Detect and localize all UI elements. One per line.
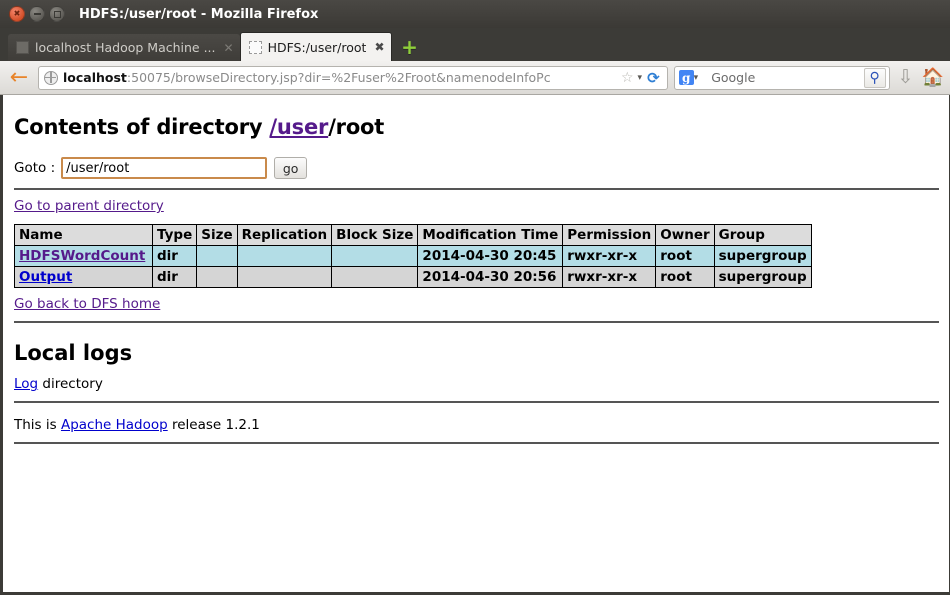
search-bar[interactable]: g ▾ Google ⚲ — [673, 65, 890, 90]
tab-localhost-hadoop-machine[interactable]: localhost Hadoop Machine ... ✕ — [8, 34, 240, 61]
tab-favicon-icon — [248, 40, 262, 54]
cell-size — [196, 245, 238, 267]
divider — [14, 401, 939, 403]
apache-hadoop-link[interactable]: Apache Hadoop — [61, 417, 168, 433]
cell-owner: root — [655, 266, 715, 288]
parent-directory-line: Go to parent directory — [14, 198, 939, 214]
table-row[interactable]: HDFSWordCount dir 2014-04-30 20:45 rwxr-… — [14, 245, 812, 267]
column-header-block-size: Block Size — [331, 224, 419, 246]
page-title-suffix: /root — [328, 115, 385, 139]
window-controls: ✖ — [9, 6, 65, 22]
url-text: localhost:50075/browseDirectory.jsp?dir=… — [63, 70, 617, 85]
search-input[interactable]: Google — [711, 70, 863, 85]
release-info-line: This is Apache Hadoop release 1.2.1 — [14, 417, 939, 433]
cell-type: dir — [151, 266, 198, 288]
release-suffix: release 1.2.1 — [167, 417, 260, 433]
close-icon: ✖ — [13, 9, 21, 18]
home-icon[interactable]: 🏠 — [922, 68, 944, 87]
cell-modification-time: 2014-04-30 20:45 — [417, 245, 564, 267]
navigation-toolbar: ← localhost:50075/browseDirectory.jsp?di… — [0, 61, 950, 95]
log-directory-link[interactable]: Log — [14, 376, 38, 392]
cell-owner: root — [655, 245, 715, 267]
breadcrumb-user-link[interactable]: /user — [269, 115, 328, 139]
column-header-owner: Owner — [655, 224, 715, 246]
cell-modification-time: 2014-04-30 20:56 — [417, 266, 564, 288]
cell-permission: rwxr-xr-x — [562, 245, 657, 267]
cell-name: Output — [14, 266, 153, 288]
bookmark-star-icon[interactable]: ☆ — [621, 70, 634, 86]
cell-size — [196, 266, 238, 288]
goto-row: Goto : go — [14, 157, 939, 179]
cell-block-size — [331, 266, 419, 288]
column-header-modification-time: Modification Time — [417, 224, 564, 246]
url-rest: :50075/browseDirectory.jsp?dir=%2Fuser%2… — [126, 70, 551, 85]
column-header-group: Group — [713, 224, 812, 246]
globe-icon — [44, 70, 58, 85]
local-logs-heading: Local logs — [14, 341, 133, 365]
cell-replication — [236, 266, 333, 288]
column-header-size: Size — [196, 224, 238, 246]
downloads-icon[interactable]: ⇩ — [896, 68, 916, 87]
cell-group: supergroup — [713, 266, 812, 288]
tab-strip: localhost Hadoop Machine ... ✕ HDFS:/use… — [0, 28, 950, 61]
window-title: HDFS:/user/root - Mozilla Firefox — [79, 6, 319, 22]
cell-group: supergroup — [713, 245, 812, 267]
maximize-window-button[interactable] — [49, 6, 65, 22]
go-to-parent-directory-link[interactable]: Go to parent directory — [14, 198, 164, 214]
tab-favicon-icon — [16, 41, 29, 54]
browser-window: ✖ HDFS:/user/root - Mozilla Firefox loca… — [0, 0, 950, 595]
directory-link[interactable]: Output — [19, 269, 72, 285]
column-header-name: Name — [14, 224, 153, 246]
page-viewport: Contents of directory /user/root Goto : … — [0, 95, 950, 595]
directory-link[interactable]: HDFSWordCount — [19, 248, 145, 264]
url-bar[interactable]: localhost:50075/browseDirectory.jsp?dir=… — [38, 65, 668, 90]
google-icon: g — [678, 70, 694, 85]
search-icon[interactable]: ⚲ — [863, 67, 886, 88]
log-directory-suffix: directory — [38, 376, 103, 392]
cell-name: HDFSWordCount — [14, 245, 153, 267]
cell-replication — [236, 245, 333, 267]
divider — [14, 188, 939, 190]
page-title-prefix: Contents of directory — [14, 115, 270, 139]
tab-close-icon[interactable]: ✖ — [374, 40, 384, 54]
tab-close-icon[interactable]: ✕ — [224, 41, 234, 55]
cell-block-size — [331, 245, 419, 267]
go-back-to-dfs-home-link[interactable]: Go back to DFS home — [14, 296, 160, 312]
new-tab-button[interactable]: + — [399, 36, 421, 58]
chevron-down-icon[interactable]: ▾ — [638, 73, 643, 83]
hdfs-directory-page: Contents of directory /user/root Goto : … — [3, 95, 949, 592]
close-window-button[interactable]: ✖ — [9, 6, 25, 22]
tab-label: localhost Hadoop Machine ... — [35, 40, 216, 55]
log-directory-line: Log directory — [14, 376, 939, 392]
minimize-icon — [33, 13, 41, 15]
minimize-window-button[interactable] — [29, 6, 45, 22]
goto-label: Goto : — [14, 160, 56, 176]
column-header-replication: Replication — [236, 224, 333, 246]
search-engine-chevron-icon[interactable]: ▾ — [694, 73, 699, 83]
go-button[interactable]: go — [274, 157, 308, 179]
column-header-permission: Permission — [562, 224, 657, 246]
divider — [14, 442, 939, 444]
table-row[interactable]: Output dir 2014-04-30 20:56 rwxr-xr-x ro… — [14, 266, 812, 288]
title-bar: ✖ HDFS:/user/root - Mozilla Firefox — [0, 0, 950, 28]
dfs-home-line: Go back to DFS home — [14, 296, 939, 312]
table-header-row: Name Type Size Replication Block Size Mo… — [14, 224, 812, 246]
divider — [14, 321, 939, 323]
cell-type: dir — [151, 245, 198, 267]
tab-hdfs-user-root[interactable]: HDFS:/user/root ✖ — [239, 32, 392, 61]
maximize-icon — [53, 10, 61, 18]
column-header-type: Type — [151, 224, 198, 246]
back-arrow-icon[interactable]: ← — [6, 66, 32, 90]
tab-label: HDFS:/user/root — [267, 39, 367, 55]
cell-permission: rwxr-xr-x — [562, 266, 657, 288]
reload-icon[interactable]: ⟳ — [647, 69, 660, 87]
url-host: localhost — [63, 70, 127, 85]
directory-listing-table: Name Type Size Replication Block Size Mo… — [14, 224, 812, 288]
release-prefix: This is — [14, 417, 61, 433]
page-title: Contents of directory /user/root — [14, 115, 939, 139]
goto-input[interactable] — [61, 157, 268, 179]
